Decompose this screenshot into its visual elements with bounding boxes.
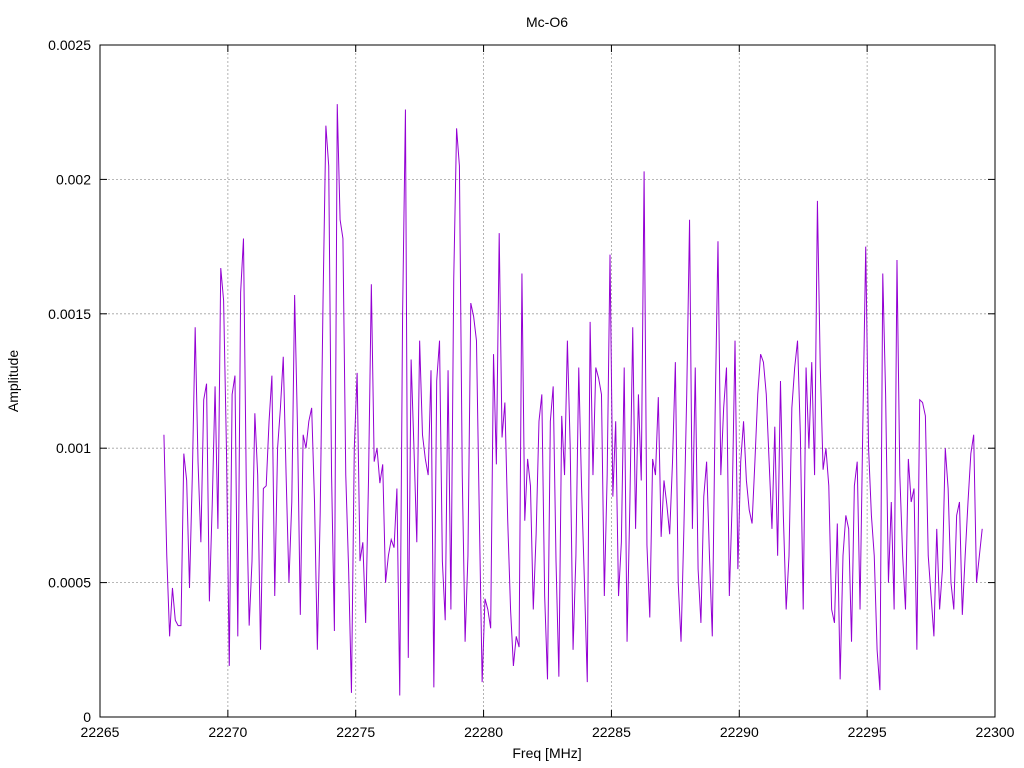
x-tick-label: 22275: [336, 724, 375, 740]
y-tick-label: 0: [83, 709, 91, 725]
y-tick-label: 0.0005: [48, 575, 91, 591]
x-axis-label: Freq [MHz]: [512, 745, 581, 761]
y-tick-label: 0.002: [56, 171, 91, 187]
series-layer: [163, 104, 983, 696]
series-line: [163, 104, 983, 696]
y-tick-label: 0.0025: [48, 37, 91, 53]
label-layer: 22265 22270 22275 22280 22285 22290 22295 22300…: [48, 37, 1015, 740]
x-tick-label: 22285: [592, 724, 631, 740]
x-tick-label: 22300: [976, 724, 1015, 740]
x-tick-label: 22295: [848, 724, 887, 740]
chart-title: Mc-O6: [526, 14, 568, 30]
x-tick-label: 22270: [208, 724, 247, 740]
y-axis-label: Amplitude: [5, 350, 21, 412]
x-tick-label: 22290: [720, 724, 759, 740]
y-tick-label: 0.0015: [48, 306, 91, 322]
x-tick-label: 22265: [81, 724, 120, 740]
y-tick-label: 0.001: [56, 440, 91, 456]
chart: 22265 22270 22275 22280 22285 22290 22295 22300…: [5, 14, 1015, 761]
x-tick-label: 22280: [464, 724, 503, 740]
